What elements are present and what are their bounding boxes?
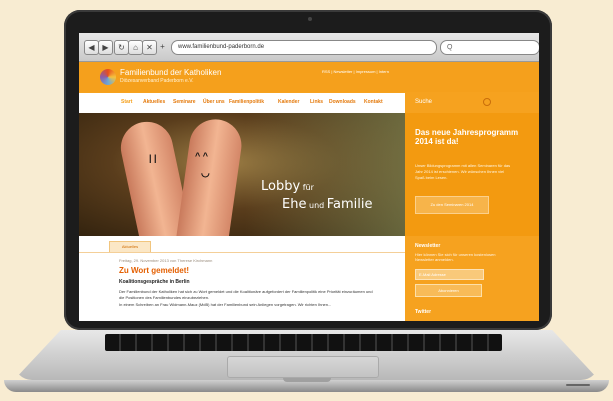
nav-item-kalender[interactable]: Kalender — [278, 99, 299, 105]
laptop-screen: ◀ ▶ ↻ ⌂ ✕ + www.familienbund-paderborn.d… — [79, 33, 539, 321]
nav-item-seminare[interactable]: Seminare — [173, 99, 196, 105]
reload-button[interactable]: ↻ — [114, 40, 129, 55]
article-body: Der Familienbund der Katholiken hat sich… — [119, 289, 373, 300]
twitter-title: Twitter — [415, 309, 432, 315]
tab-divider — [79, 252, 405, 253]
news-content: Aktuelles Freitag, 29. November 2013 von… — [79, 236, 405, 321]
close-icon[interactable]: ✕ — [142, 40, 157, 55]
site-subtitle: Diözesanverband Paderborn e.V. — [120, 78, 194, 84]
right-finger-face: ^ ^ — [195, 151, 209, 161]
hero-line1: Lobby für — [261, 179, 314, 194]
add-tab-button[interactable]: + — [156, 40, 169, 53]
hero-line2: Ehe und Familie — [282, 197, 373, 212]
address-bar[interactable]: www.familienbund-paderborn.de — [171, 40, 437, 55]
browser-search-input[interactable]: Q — [440, 40, 539, 55]
sidebar: Newsletter Hier können Sie sich für unse… — [405, 236, 539, 321]
website: Familienbund der Katholiken Diözesanverb… — [79, 62, 539, 321]
right-finger — [175, 116, 245, 236]
keyboard — [105, 334, 502, 351]
newsletter-text: Hier können Sie sich für unseren kostenl… — [415, 252, 496, 262]
subscribe-button[interactable]: Abonnieren — [415, 284, 482, 297]
nav-item-familienpolitik[interactable]: Familienpolitik — [229, 99, 264, 105]
nav-item-downloads[interactable]: Downloads — [329, 99, 356, 105]
magnifier-icon[interactable] — [483, 98, 491, 106]
email-field[interactable]: E-Mail Adresse — [415, 269, 484, 280]
webcam-icon — [308, 17, 312, 21]
trackpad — [227, 356, 379, 378]
forward-button[interactable]: ▶ — [98, 40, 113, 55]
site-title[interactable]: Familienbund der Katholiken — [120, 68, 221, 77]
site-header: Familienbund der Katholiken Diözesanverb… — [79, 62, 539, 92]
article-meta: Freitag, 29. November 2013 von Therese K… — [119, 258, 213, 263]
article-body-continued: In einem Schreiben an Frau Widmann-Mauz … — [119, 302, 332, 307]
promo-text: Unser Bildungsprogramm mit allen Seminar… — [415, 163, 511, 180]
main-nav: Start Aktuelles Seminare Über uns Famili… — [79, 93, 405, 113]
hero-word-und: und — [306, 201, 327, 210]
hero-word-ehe: Ehe — [282, 197, 307, 212]
promo-title: Das neue Jahresprogramm 2014 ist da! — [415, 128, 519, 146]
nav-item-kontakt[interactable]: Kontakt — [364, 99, 383, 105]
home-button[interactable]: ⌂ — [128, 40, 143, 55]
article-subhead: Koalitionsgespräche in Berlin — [119, 279, 190, 285]
lid-notch — [283, 378, 331, 382]
hero-word-familie: Familie — [326, 197, 373, 212]
swirl-logo-icon[interactable] — [100, 69, 116, 85]
browser-toolbar: ◀ ▶ ↻ ⌂ ✕ + www.familienbund-paderborn.d… — [79, 33, 539, 62]
article-headline[interactable]: Zu Wort gemeldet! — [119, 266, 189, 275]
hero-banner: | | ^ ^ ◡ Lobby für Ehe und Familie — [79, 113, 405, 236]
nav-item-start[interactable]: Start — [121, 99, 132, 105]
hero-word-lobby: Lobby — [261, 179, 301, 194]
utility-links[interactable]: RSS | Newsletter | Impressum | Intern — [322, 69, 389, 74]
nav-item-aktuelles[interactable]: Aktuelles — [143, 99, 165, 105]
hero-word-fuer: für — [300, 183, 314, 192]
right-finger-smile: ◡ — [201, 168, 210, 179]
back-button[interactable]: ◀ — [84, 40, 99, 55]
promo-panel: Das neue Jahresprogramm 2014 ist da! Uns… — [405, 113, 539, 236]
hero-background-blur — [245, 113, 405, 236]
status-light — [566, 384, 590, 386]
newsletter-title: Newsletter — [415, 243, 441, 249]
left-finger-face: | | — [149, 153, 157, 163]
nav-item-ueber-uns[interactable]: Über uns — [203, 99, 225, 105]
seminars-2014-button[interactable]: Zu den Seminaren 2014 — [415, 196, 489, 214]
nav-item-links[interactable]: Links — [310, 99, 323, 105]
